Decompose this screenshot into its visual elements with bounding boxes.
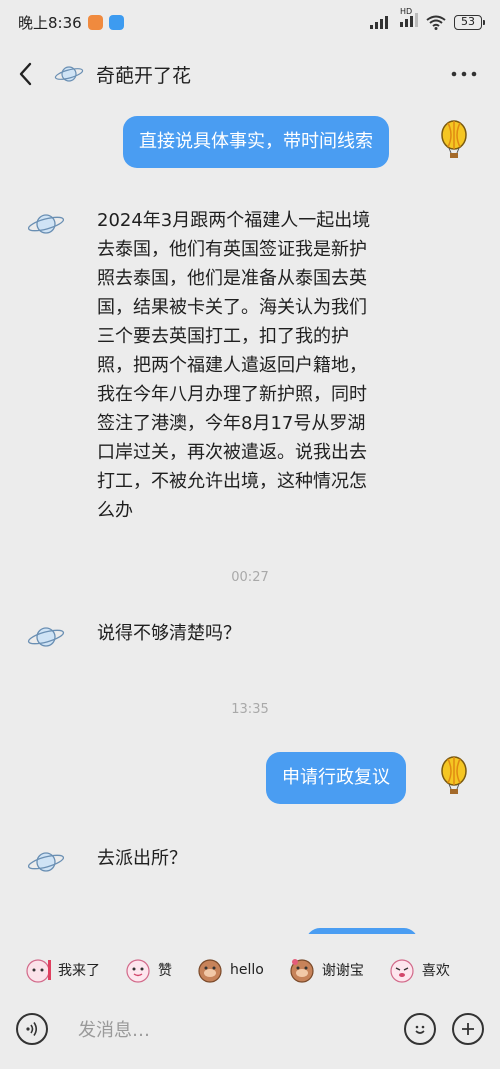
message-input-bar: 发消息… — [0, 1000, 500, 1058]
sticker-suggestion[interactable]: 赞 — [124, 956, 172, 984]
more-options-button[interactable] — [444, 59, 484, 89]
hot-air-balloon-avatar-icon[interactable] — [434, 120, 474, 160]
planet-avatar-icon[interactable] — [54, 63, 84, 85]
status-time: 晚上8:36 — [18, 13, 82, 32]
message-line: 签注了港澳，今年8月17号从罗湖 — [97, 413, 366, 434]
timestamp: 00:27 — [231, 570, 269, 585]
voice-input-button[interactable] — [16, 1013, 48, 1045]
app-notification-icon-2 — [108, 14, 124, 30]
message-line: 么办 — [97, 500, 133, 521]
signal-icon — [370, 16, 388, 29]
sticker-suggestion[interactable]: hello — [196, 956, 264, 984]
message-text: 直接说具体事实，带时间线索 — [139, 131, 373, 152]
sticker-label: hello — [230, 962, 264, 978]
emoji-button[interactable] — [404, 1013, 436, 1045]
sticker-face-icon — [390, 959, 414, 983]
chat-title: 奇葩开了花 — [96, 64, 192, 87]
incoming-message[interactable]: 说得不够清楚吗？ — [97, 619, 417, 648]
signal-hd-icon: HD — [400, 7, 418, 31]
sticker-label: 喜欢 — [421, 963, 450, 979]
message-line: 国，结果被卡关了。海关认为我们 — [97, 297, 367, 318]
sticker-face-icon — [26, 959, 51, 983]
message-input[interactable]: 发消息… — [78, 1016, 404, 1042]
sticker-suggestion[interactable]: 我来了 — [24, 956, 100, 984]
sticker-label: 谢谢宝 — [321, 963, 364, 979]
sticker-face-icon — [290, 959, 314, 983]
planet-avatar-icon[interactable] — [26, 204, 66, 244]
status-bar: 晚上8:36 HD 53 — [0, 0, 500, 44]
planet-avatar-icon[interactable] — [26, 842, 66, 882]
sticker-label: 赞 — [158, 963, 172, 979]
sticker-label: 我来了 — [58, 963, 100, 979]
message-line: 口岸过关，再次被遣返。说我出去 — [97, 442, 367, 463]
wifi-icon — [426, 15, 446, 30]
outgoing-message-bubble-partial[interactable] — [306, 928, 418, 934]
incoming-message[interactable]: 2024年3月跟两个福建人一起出境 去泰国，他们有英国签证我是新护 照去泰国，他… — [97, 206, 417, 525]
planet-avatar-icon[interactable] — [26, 617, 66, 657]
sticker-face-icon — [198, 959, 222, 983]
add-attachment-button[interactable] — [452, 1013, 484, 1045]
app-notification-icon — [87, 14, 103, 30]
sticker-suggestion-bar: 我来了 赞 hello 谢谢宝 喜欢 — [0, 944, 500, 996]
chat-header: 奇葩开了花 — [0, 46, 500, 102]
message-line: 打工，不被允许出境，这种情况怎 — [97, 471, 367, 492]
timestamp: 13:35 — [231, 702, 269, 717]
outgoing-message-bubble[interactable]: 直接说具体事实，带时间线索 — [123, 116, 389, 168]
sticker-suggestion[interactable]: 谢谢宝 — [288, 956, 364, 984]
plus-icon — [462, 1023, 474, 1035]
message-line: 2024年3月跟两个福建人一起出境 — [97, 210, 371, 231]
battery-indicator: 53 — [454, 14, 485, 30]
message-line: 照去泰国，他们是准备从泰国去英 — [97, 268, 367, 289]
sticker-suggestion[interactable]: 喜欢 — [388, 956, 450, 984]
incoming-message[interactable]: 去派出所？ — [97, 844, 417, 873]
message-text: 申请行政复议 — [282, 767, 390, 788]
outgoing-message-bubble[interactable]: 申请行政复议 — [266, 752, 406, 804]
voice-wave-icon — [26, 1022, 38, 1036]
smiley-icon — [415, 1025, 425, 1034]
message-line: 我在今年八月办理了新护照，同时 — [97, 384, 367, 405]
sticker-face-icon — [126, 959, 150, 983]
back-arrow-icon[interactable] — [16, 62, 36, 86]
chat-message-list[interactable]: 直接说具体事实，带时间线索 2024年3月跟两个福建人一起出境 去泰国，他们有英… — [0, 102, 500, 934]
message-line: 去泰国，他们有英国签证我是新护 — [97, 239, 367, 260]
message-line: 照，把两个福建人遣返回户籍地， — [97, 355, 367, 376]
hot-air-balloon-avatar-icon[interactable] — [434, 756, 474, 796]
message-line: 三个要去英国打工，扣了我的护 — [97, 326, 349, 347]
more-dots-icon — [451, 71, 477, 77]
